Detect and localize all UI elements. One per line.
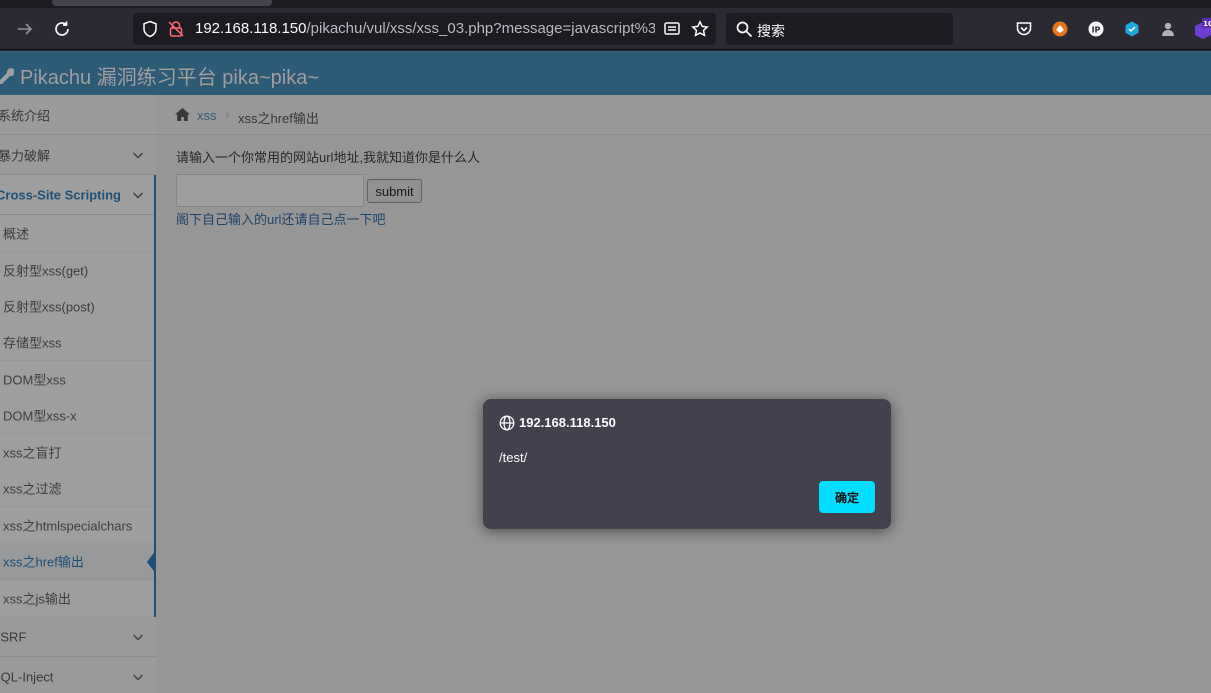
insecure-lock-icon[interactable] bbox=[167, 20, 185, 38]
browser-toolbar: 192.168.118.150/pikachu/vul/xss/xss_03.p… bbox=[0, 8, 1211, 50]
url-host: 192.168.118.150 bbox=[195, 20, 307, 37]
address-bar[interactable]: 192.168.118.150/pikachu/vul/xss/xss_03.p… bbox=[133, 13, 716, 45]
ok-button[interactable]: 确定 bbox=[819, 481, 875, 513]
ip-extension-icon[interactable]: IP bbox=[1085, 18, 1107, 40]
extension-badge: 10 bbox=[1203, 20, 1211, 28]
cube-extension-icon[interactable] bbox=[1121, 18, 1143, 40]
forward-arrow-icon[interactable] bbox=[14, 18, 36, 40]
dialog-origin: 192.168.118.150 bbox=[519, 415, 616, 430]
shield-icon[interactable] bbox=[141, 20, 159, 38]
search-icon bbox=[735, 20, 753, 38]
reload-icon[interactable] bbox=[51, 18, 73, 40]
alert-dialog: 192.168.118.150 /test/ 确定 bbox=[483, 399, 891, 529]
dialog-message: /test/ bbox=[499, 450, 528, 465]
bookmark-star-icon[interactable] bbox=[691, 20, 709, 38]
modal-overlay bbox=[0, 51, 1211, 693]
fox-extension-icon[interactable] bbox=[1049, 18, 1071, 40]
svg-text:IP: IP bbox=[1092, 26, 1101, 35]
search-bar[interactable]: 搜索 bbox=[726, 13, 953, 45]
globe-icon bbox=[499, 415, 515, 431]
url-text[interactable]: 192.168.118.150/pikachu/vul/xss/xss_03.p… bbox=[195, 20, 655, 37]
pocket-icon[interactable] bbox=[1013, 18, 1035, 40]
spy-extension-icon[interactable] bbox=[1157, 18, 1179, 40]
active-tab[interactable] bbox=[52, 0, 272, 6]
search-placeholder: 搜索 bbox=[757, 23, 785, 39]
url-path: /pikachu/vul/xss/xss_03.php?message=java… bbox=[306, 20, 656, 37]
tab-strip bbox=[0, 0, 1211, 8]
reader-view-icon[interactable] bbox=[663, 20, 681, 38]
purple-extension-icon[interactable]: 10 bbox=[1193, 18, 1211, 40]
